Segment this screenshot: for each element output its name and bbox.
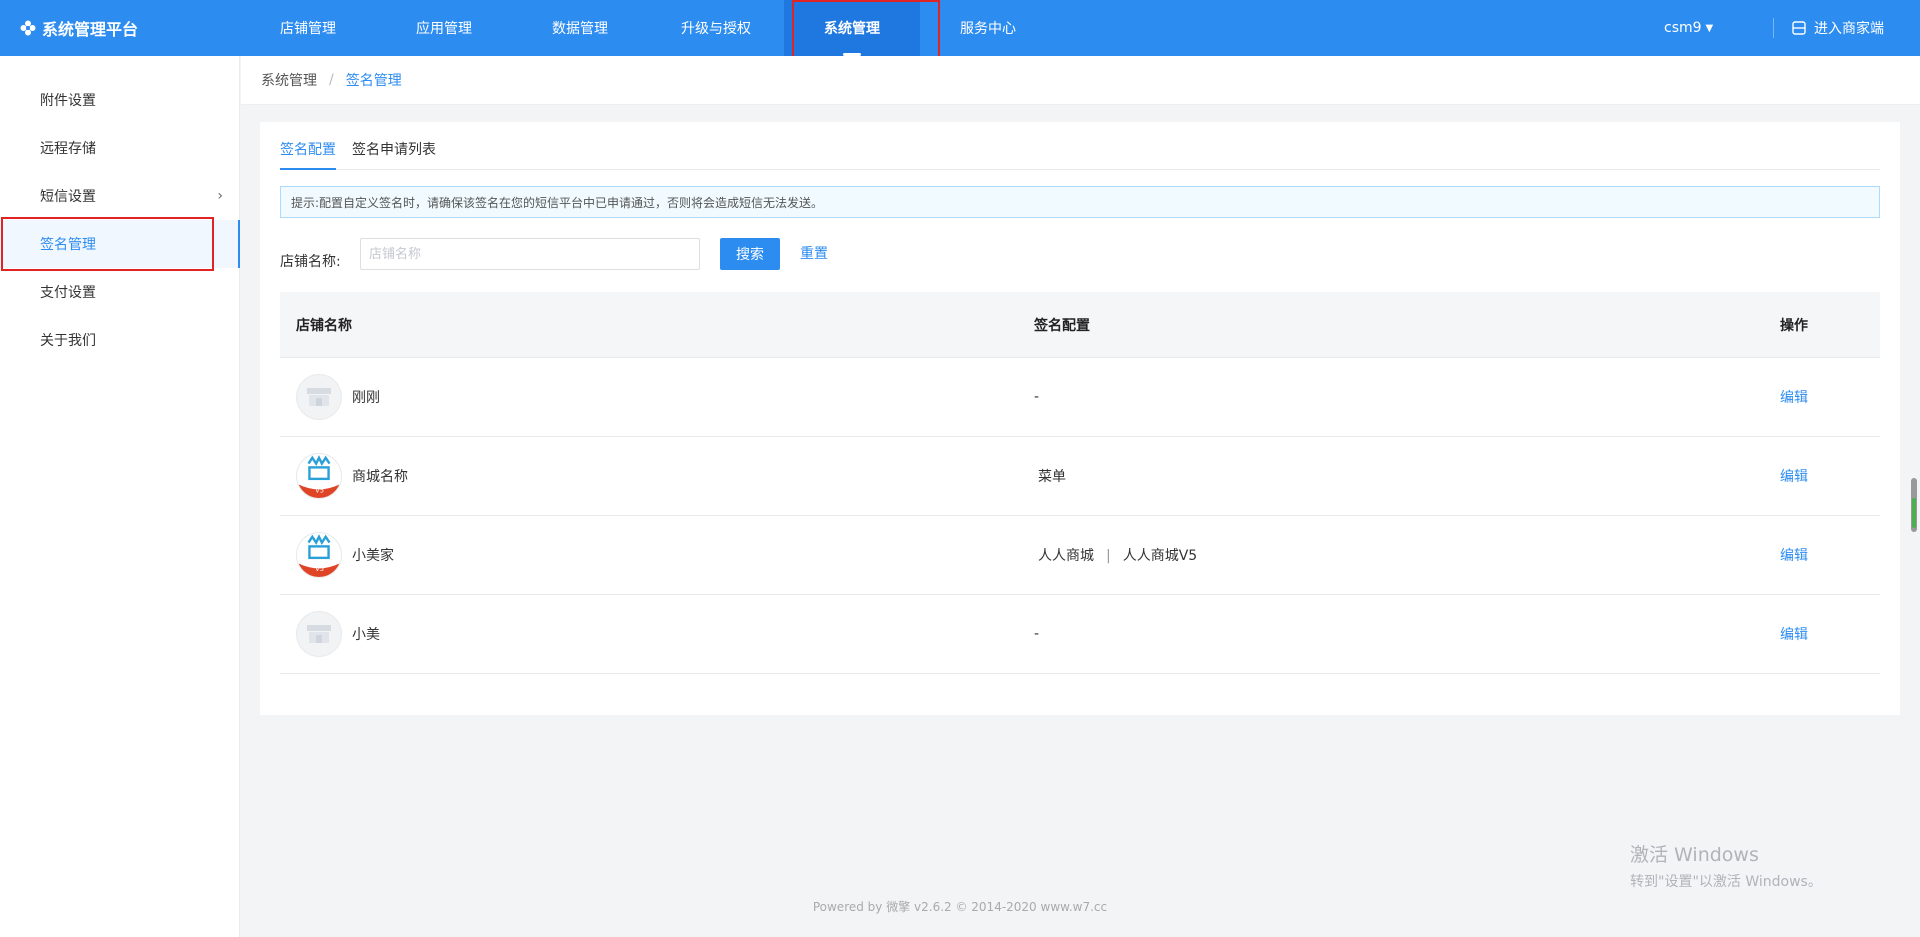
- mall-logo-icon: V5: [296, 453, 342, 499]
- edit-link[interactable]: 编辑: [1780, 390, 1808, 406]
- table-row: 刚刚 - 编辑: [280, 358, 1880, 437]
- edit-link[interactable]: 编辑: [1780, 469, 1808, 485]
- store-cell: 小美: [280, 611, 1030, 657]
- store-cell: 刚刚: [280, 374, 1030, 420]
- svg-text:V5: V5: [315, 565, 324, 573]
- signature-value: -: [1034, 389, 1040, 405]
- shop-placeholder-icon: [296, 611, 342, 657]
- table-header: 店铺名称 签名配置 操作: [280, 292, 1880, 358]
- content-panel: 签名配置 签名申请列表 提示:配置自定义签名时，请确保该签名在您的短信平台中已申…: [260, 122, 1900, 715]
- column-header-action: 操作: [1780, 317, 1808, 334]
- breadcrumb: 系统管理 / 签名管理: [241, 56, 1920, 105]
- store-name: 小美: [352, 627, 380, 643]
- sidebar-item-signature[interactable]: 签名管理: [0, 220, 240, 268]
- breadcrumb-separator: /: [329, 72, 334, 88]
- sidebar-item-label: 附件设置: [40, 93, 96, 109]
- nav-divider: [1773, 18, 1774, 38]
- tab-bar: 签名配置 签名申请列表: [280, 138, 1880, 170]
- nav-item-store[interactable]: 店铺管理: [240, 0, 376, 56]
- sidebar-item-about[interactable]: 关于我们: [0, 316, 239, 364]
- svg-text:V5: V5: [315, 486, 324, 494]
- nav-item-system[interactable]: 系统管理: [784, 0, 920, 56]
- top-navbar: 系统管理平台 店铺管理 应用管理 数据管理 升级与授权 系统管理 服务中心 cs…: [0, 0, 1920, 56]
- store-icon: [1792, 21, 1806, 35]
- main-nav: 店铺管理 应用管理 数据管理 升级与授权 系统管理 服务中心: [240, 0, 1056, 56]
- store-name: 商城名称: [352, 469, 408, 485]
- app-logo[interactable]: 系统管理平台: [20, 0, 138, 56]
- sidebar-item-attachments[interactable]: 附件设置: [0, 76, 239, 124]
- store-name-input[interactable]: [360, 238, 700, 270]
- enter-merchant-label: 进入商家端: [1814, 21, 1884, 37]
- table-row: 小美 - 编辑: [280, 595, 1880, 674]
- column-header-store: 店铺名称: [296, 317, 352, 334]
- sidebar-item-label: 远程存储: [40, 141, 96, 157]
- windows-activation-watermark: 激活 Windows 转到"设置"以激活 Windows。: [1630, 840, 1822, 891]
- reset-button[interactable]: 重置: [800, 238, 828, 270]
- breadcrumb-current: 签名管理: [345, 73, 402, 89]
- signature-separator: |: [1106, 548, 1111, 564]
- signature-value: 菜单: [1038, 469, 1066, 485]
- sidebar-item-sms[interactable]: 短信设置 ›: [0, 172, 239, 220]
- chevron-right-icon: ›: [217, 188, 223, 204]
- tab-signature-requests[interactable]: 签名申请列表: [352, 138, 436, 170]
- breadcrumb-parent[interactable]: 系统管理: [261, 70, 317, 90]
- table-row: V5 小美家 人人商城 | 人人商城V5 编辑: [280, 516, 1880, 595]
- sidebar-item-payment[interactable]: 支付设置: [0, 268, 239, 316]
- store-cell: V5 小美家: [280, 532, 1030, 578]
- sidebar-item-label: 关于我们: [40, 333, 96, 349]
- store-name-label: 店铺名称:: [280, 254, 341, 270]
- nav-item-upgrade[interactable]: 升级与授权: [648, 0, 784, 56]
- signature-tag: 人人商城: [1038, 548, 1094, 564]
- sidebar-item-label: 支付设置: [40, 285, 96, 301]
- sidebar-item-label: 签名管理: [40, 237, 96, 253]
- nav-item-data[interactable]: 数据管理: [512, 0, 648, 56]
- flower-logo-icon: [20, 20, 36, 36]
- sidebar-item-label: 短信设置: [40, 189, 96, 205]
- watermark-title: 激活 Windows: [1630, 844, 1759, 866]
- chevron-down-icon: ▼: [1705, 22, 1714, 34]
- shop-placeholder-icon: [296, 374, 342, 420]
- store-name: 小美家: [352, 548, 394, 564]
- notice-alert: 提示:配置自定义签名时，请确保该签名在您的短信平台中已申请通过，否则将会造成短信…: [280, 186, 1880, 218]
- enter-merchant-button[interactable]: 进入商家端: [1792, 0, 1884, 56]
- edit-link[interactable]: 编辑: [1780, 548, 1808, 564]
- footer-copyright: Powered by 微擎 v2.6.2 © 2014-2020 www.w7.…: [812, 900, 1108, 914]
- signature-table: 店铺名称 签名配置 操作 刚刚 - 编辑 V5 商城名称 菜单 编辑 V5 小美…: [280, 292, 1880, 674]
- sidebar-item-remote-storage[interactable]: 远程存储: [0, 124, 239, 172]
- app-title: 系统管理平台: [42, 20, 139, 39]
- scrollbar-thumb[interactable]: [1911, 478, 1917, 532]
- nav-item-apps[interactable]: 应用管理: [376, 0, 512, 56]
- store-name: 刚刚: [352, 390, 380, 406]
- sidebar: 附件设置 远程存储 短信设置 › 签名管理 支付设置 关于我们: [0, 56, 240, 937]
- search-button[interactable]: 搜索: [720, 238, 780, 270]
- username: csm9: [1664, 20, 1702, 36]
- signature-tag: 人人商城V5: [1122, 548, 1198, 564]
- mall-logo-icon: V5: [296, 532, 342, 578]
- column-header-signature: 签名配置: [1034, 317, 1090, 334]
- user-menu[interactable]: csm9 ▼: [1664, 0, 1713, 56]
- store-cell: V5 商城名称: [280, 453, 1030, 499]
- tab-signature-config[interactable]: 签名配置: [280, 138, 336, 170]
- signature-value: 人人商城 | 人人商城V5: [1030, 545, 1780, 565]
- edit-link[interactable]: 编辑: [1780, 627, 1808, 643]
- nav-item-service[interactable]: 服务中心: [920, 0, 1056, 56]
- watermark-subtitle: 转到"设置"以激活 Windows。: [1630, 874, 1822, 890]
- table-row: V5 商城名称 菜单 编辑: [280, 437, 1880, 516]
- signature-value: -: [1034, 626, 1040, 642]
